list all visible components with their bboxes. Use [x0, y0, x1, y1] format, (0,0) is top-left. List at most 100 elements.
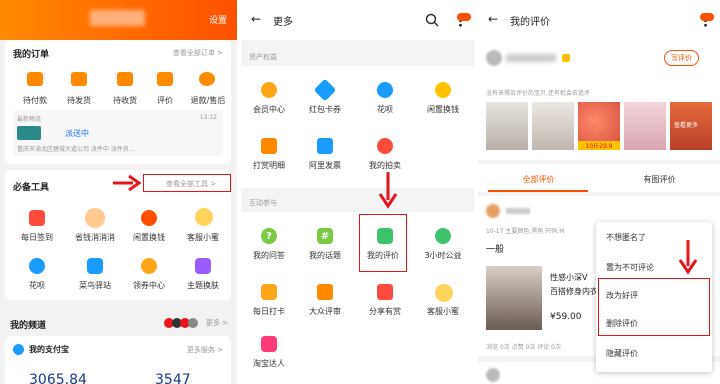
tool-cainiao[interactable]: 菜鸟驿站 [71, 280, 119, 291]
view-all-tools-link[interactable]: 查看全部工具 > [166, 179, 216, 189]
alipay-card: 我的支付宝 更多服务 > 3065.84 3547 [5, 336, 231, 384]
view-more-link[interactable]: 查看更多 [674, 120, 698, 129]
alipay-more-link[interactable]: 更多服务 > [187, 345, 223, 355]
section-assets-title: 资产权益 [249, 53, 277, 61]
menu-cancel-anonymous[interactable]: 不想匿名了 [606, 232, 646, 243]
profile-and-pending: 写评价 没有来得及评价的宝贝,还有机会去追评 10斤29.9 查看更多 [478, 40, 720, 160]
grid-reward-detail[interactable]: 打赏明细 [247, 160, 291, 171]
grid-my-qa[interactable]: 我的问答 [247, 250, 291, 261]
grid-share-reward[interactable]: 分享有赏 [363, 306, 407, 317]
review-product-image[interactable] [486, 266, 542, 330]
channel-more-link[interactable]: 更多 > [206, 318, 228, 328]
tool-match-game[interactable]: 省钱消消消 [69, 232, 121, 243]
review-stats: 浏览 0次 点赞 0次 评论 0次 [486, 344, 561, 351]
charity-icon [435, 228, 451, 244]
reviewer-avatar [486, 204, 500, 218]
comment-icon [377, 228, 393, 244]
search-icon[interactable] [425, 13, 439, 27]
grid-my-reviews[interactable]: 我的评价 [361, 250, 405, 261]
settings-link[interactable]: 设置 [209, 13, 227, 26]
review-item-price: ¥59.00 [550, 312, 582, 322]
delivery-status: 派送中 [65, 129, 89, 138]
reviews-title: 我的评价 [510, 17, 550, 28]
reviews-header: ← 我的评价 [478, 0, 720, 40]
coupon-icon [141, 258, 157, 274]
back-arrow-icon[interactable]: ← [488, 12, 498, 26]
topic-icon: # [317, 228, 333, 244]
tools-card: 必备工具 查看全部工具 > 每日签到 省钱消消消 闲置换钱 客服小蜜 花呗 菜鸟… [5, 170, 231, 300]
screenshot-collage: 设置 我的订单 查看全部订单 > 待付款 待发货 待收货 评价 退款/售后 最新… [0, 0, 720, 384]
tab-all-reviews[interactable]: 全部评价 [478, 174, 599, 185]
product-thumb-2[interactable] [532, 102, 574, 150]
section-interact-title: 互动参与 [249, 199, 277, 207]
alipay-icon [13, 344, 24, 355]
grid-my-topics[interactable]: 我的话题 [303, 250, 347, 261]
alipay-points: 3547 [155, 372, 191, 384]
tool-customer-service[interactable]: 客服小蜜 [181, 232, 225, 243]
write-review-button[interactable]: 写评价 [664, 50, 699, 66]
grid-customer-service[interactable]: 客服小蜜 [421, 306, 465, 317]
grid-red-packet[interactable]: 红包卡券 [303, 104, 347, 115]
alipay-title: 我的支付宝 [29, 345, 69, 354]
view-all-orders-link[interactable]: 查看全部订单 > [173, 48, 223, 58]
back-arrow-icon[interactable]: ← [251, 12, 261, 26]
tool-idle-exchange[interactable]: 闲置换钱 [127, 232, 171, 243]
blurred-username [90, 10, 145, 26]
message-badge [457, 13, 471, 21]
logistics-box[interactable]: 最新物流 13:12 派送中 重庆市渝北区碧城大道公司 派件中 派件员... [13, 110, 223, 156]
share-gift-icon [377, 284, 393, 300]
theme-icon [195, 258, 211, 274]
delivery-address: 重庆市渝北区碧城大道公司 派件中 派件员... [17, 146, 135, 153]
product-thumb-5[interactable]: 查看更多 [670, 102, 712, 150]
grid-vip-center[interactable]: 会员中心 [247, 104, 291, 115]
menu-disable-comments[interactable]: 置为不可评论 [606, 262, 654, 273]
order-pending-pay[interactable]: 待付款 [19, 95, 51, 106]
grid-idle-exchange[interactable]: 闲置换钱 [421, 104, 465, 115]
grid-taobao-talent[interactable]: 淘宝达人 [247, 358, 291, 369]
alipay-balance: 3065.84 [29, 372, 87, 384]
review-item-subtitle: 百搭修身内衣 [550, 287, 598, 296]
order-pending-ship[interactable]: 待发货 [63, 95, 95, 106]
avatar [486, 50, 502, 66]
grid-public-review[interactable]: 大众评审 [303, 306, 347, 317]
reviews-tabs: 全部评价 有图评价 [478, 164, 720, 192]
order-review[interactable]: 评价 [149, 95, 181, 106]
logistics-time: 13:12 [199, 114, 217, 121]
tool-huabei[interactable]: 花呗 [15, 280, 59, 291]
grid-charity[interactable]: 3小时公益 [419, 250, 467, 261]
trade-icon [141, 210, 157, 226]
grid-daily-checkin[interactable]: 每日打卡 [247, 306, 291, 317]
blurred-reviewer-name [506, 208, 530, 214]
red-arrow-down-icon [678, 240, 698, 275]
grid-huabei[interactable]: 花呗 [363, 104, 407, 115]
tool-theme[interactable]: 主题换肤 [181, 280, 225, 291]
product-thumb-3[interactable]: 10斤29.9 [578, 102, 620, 150]
order-refund[interactable]: 退款/售后 [189, 95, 227, 106]
orders-card: 我的订单 查看全部订单 > 待付款 待发货 待收货 评价 退款/售后 最新物流 … [5, 40, 231, 164]
header-bar: 设置 [0, 0, 237, 40]
calendar-icon [29, 210, 45, 226]
vip-badge-icon [562, 54, 570, 62]
more-header: ← 更多 [241, 0, 474, 40]
truck-icon [117, 72, 133, 86]
product-thumb-1[interactable] [486, 102, 528, 150]
game-avatar-icon [85, 208, 105, 228]
product-thumb-4[interactable] [624, 102, 666, 150]
tool-coupon-center[interactable]: 领券中心 [127, 280, 171, 291]
tab-photo-reviews[interactable]: 有图评价 [599, 174, 720, 185]
logistics-label: 最新物流 [17, 116, 42, 123]
tools-title: 必备工具 [13, 183, 50, 193]
blurred-nickname [506, 54, 556, 62]
auction-icon [377, 138, 393, 154]
menu-delete-review[interactable]: 删除评价 [606, 318, 638, 329]
huabei-icon [29, 258, 45, 274]
tool-daily-checkin[interactable]: 每日签到 [15, 232, 59, 243]
grid-ali-invoice[interactable]: 阿里发票 [303, 160, 347, 171]
box-icon [71, 72, 87, 86]
package-thumbnail [17, 126, 41, 140]
menu-hide-review[interactable]: 隐藏评价 [606, 348, 638, 359]
menu-change-to-positive[interactable]: 改为好评 [606, 290, 638, 301]
order-pending-receive[interactable]: 待收货 [109, 95, 141, 106]
more-title: 更多 [273, 17, 293, 28]
taobao-my-page-panel: 设置 我的订单 查看全部订单 > 待付款 待发货 待收货 评价 退款/售后 最新… [0, 0, 237, 384]
